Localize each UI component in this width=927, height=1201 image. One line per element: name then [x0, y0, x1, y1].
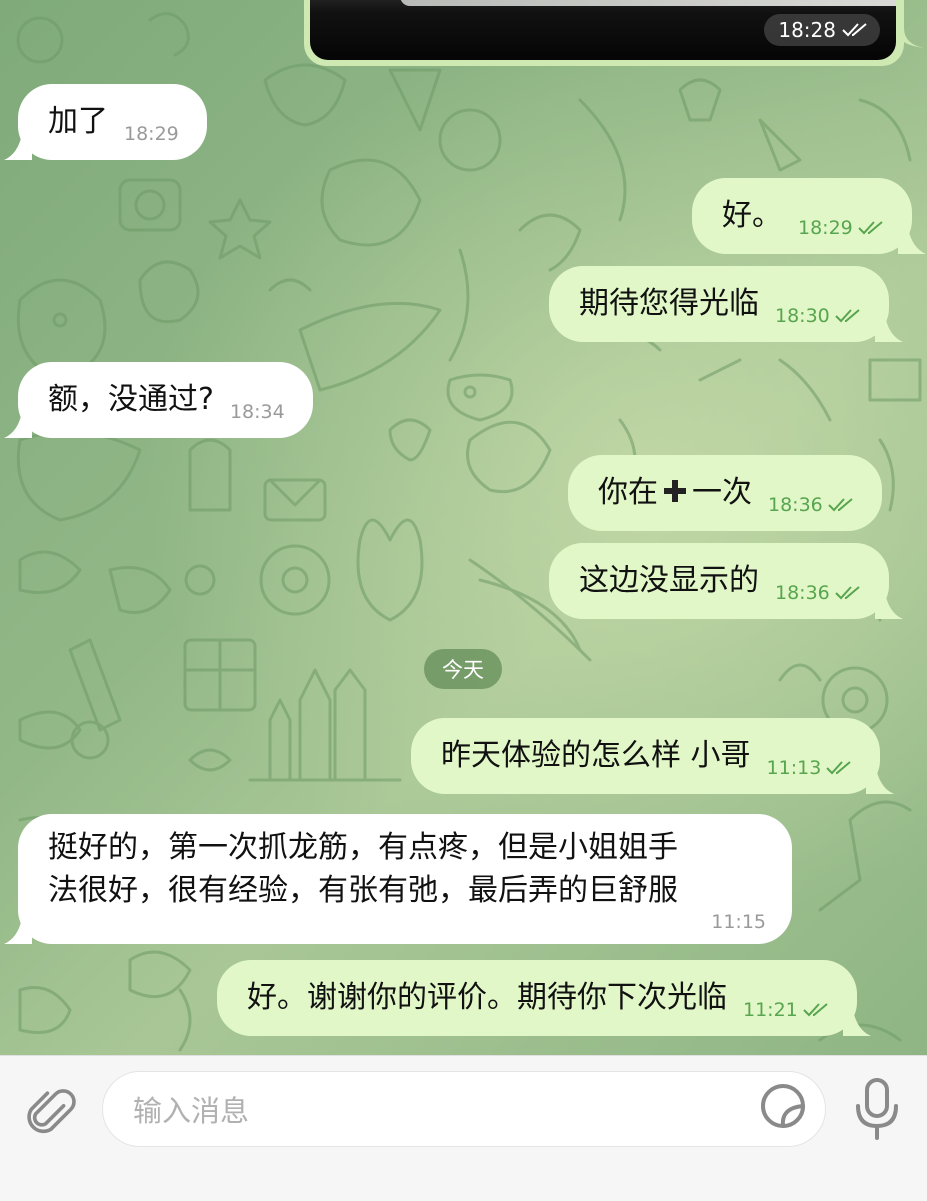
- message-text: 你在 一次: [598, 473, 752, 513]
- message-meta: 18:29: [124, 122, 179, 146]
- bubble-tail: [904, 28, 924, 48]
- message-time: 18:29: [798, 217, 853, 239]
- message-text: 加了: [48, 104, 108, 139]
- outgoing-message[interactable]: 昨天体验的怎么样 小哥 11:13: [411, 718, 895, 794]
- incoming-message[interactable]: 加了 18:29: [4, 84, 207, 160]
- incoming-message[interactable]: 额，没通过? 18:34: [4, 362, 313, 438]
- sticker-icon[interactable]: [758, 1081, 808, 1131]
- message-line: 挺好的，第一次抓龙筋，有点疼，但是小姐姐手: [48, 830, 678, 865]
- message-time: 18:34: [229, 401, 285, 423]
- plus-icon: [664, 480, 686, 502]
- outgoing-message[interactable]: 好。 18:29: [692, 178, 926, 254]
- photo-thumbnail[interactable]: 18:28: [310, 0, 896, 60]
- outgoing-message[interactable]: 好。谢谢你的评价。期待你下次光临 11:21: [217, 960, 871, 1036]
- message-meta: 18:36: [775, 581, 861, 605]
- message-meta: 11:15: [711, 910, 766, 934]
- double-check-icon: [842, 23, 867, 37]
- double-check-icon: [826, 761, 851, 775]
- photo-glare: [400, 0, 896, 6]
- double-check-icon: [828, 498, 853, 512]
- outgoing-message[interactable]: 这边没显示的 18:36: [549, 543, 903, 619]
- microphone-icon[interactable]: [850, 1078, 904, 1140]
- message-input[interactable]: 输入消息: [102, 1071, 826, 1147]
- message-text: 这边没显示的: [579, 563, 759, 598]
- timestamp-text: 18:28: [778, 18, 836, 42]
- double-check-icon: [835, 309, 860, 323]
- message-time: 18:36: [775, 582, 830, 604]
- message-text: 好。谢谢你的评价。期待你下次光临: [247, 980, 727, 1015]
- outgoing-message[interactable]: 期待您得光临 18:30: [549, 266, 903, 342]
- message-meta: 18:34: [230, 400, 285, 424]
- bubble-tail: [874, 593, 903, 619]
- outgoing-message[interactable]: 你在 一次 18:36: [568, 455, 882, 531]
- message-time: 11:21: [743, 999, 798, 1021]
- photo-message[interactable]: 18:28: [304, 0, 924, 66]
- bubble-tail: [842, 1010, 871, 1036]
- bubble-tail: [874, 316, 903, 342]
- message-time: 18:29: [124, 123, 179, 145]
- bubble-tail: [4, 134, 32, 160]
- bubble-tail: [866, 768, 895, 794]
- message-timestamp: 18:28: [764, 14, 880, 46]
- incoming-message[interactable]: 挺好的，第一次抓龙筋，有点疼，但是小姐姐手 法很好，很有经验，有张有弛，最后弄的…: [4, 814, 792, 944]
- bubble-tail: [897, 228, 926, 254]
- message-meta: 18:30: [775, 304, 861, 328]
- message-text: 额，没通过?: [48, 382, 214, 417]
- bubble-tail: [4, 412, 32, 438]
- message-time: 11:15: [711, 911, 766, 933]
- message-line: 法很好，很有经验，有张有弛，最后弄的巨舒服: [48, 873, 678, 908]
- message-meta: 18:36: [768, 493, 854, 517]
- double-check-icon: [803, 1003, 828, 1017]
- message-text: 好。: [722, 198, 782, 233]
- input-placeholder: 输入消息: [133, 1094, 250, 1128]
- chat-background: 18:28 加了 18:29 好。 18:29 期待您得光临 18:30 额，没…: [0, 0, 927, 1055]
- message-meta: 18:29: [798, 216, 884, 240]
- message-text: 期待您得光临: [579, 286, 759, 321]
- double-check-icon: [835, 586, 860, 600]
- paperclip-icon[interactable]: [22, 1084, 82, 1144]
- message-meta: 11:13: [767, 756, 853, 780]
- message-text-before: 你在: [598, 475, 658, 510]
- message-time: 18:30: [775, 305, 830, 327]
- bubble-tail: [4, 918, 32, 944]
- message-time: 18:36: [768, 494, 823, 516]
- message-meta: 11:21: [743, 998, 829, 1022]
- message-text: 挺好的，第一次抓龙筋，有点疼，但是小姐姐手 法很好，很有经验，有张有弛，最后弄的…: [48, 826, 764, 912]
- message-time: 11:13: [766, 757, 822, 779]
- message-text-after: 一次: [692, 475, 752, 510]
- double-check-icon: [858, 221, 883, 235]
- date-separator: 今天: [424, 649, 502, 689]
- message-text: 昨天体验的怎么样 小哥: [441, 738, 751, 773]
